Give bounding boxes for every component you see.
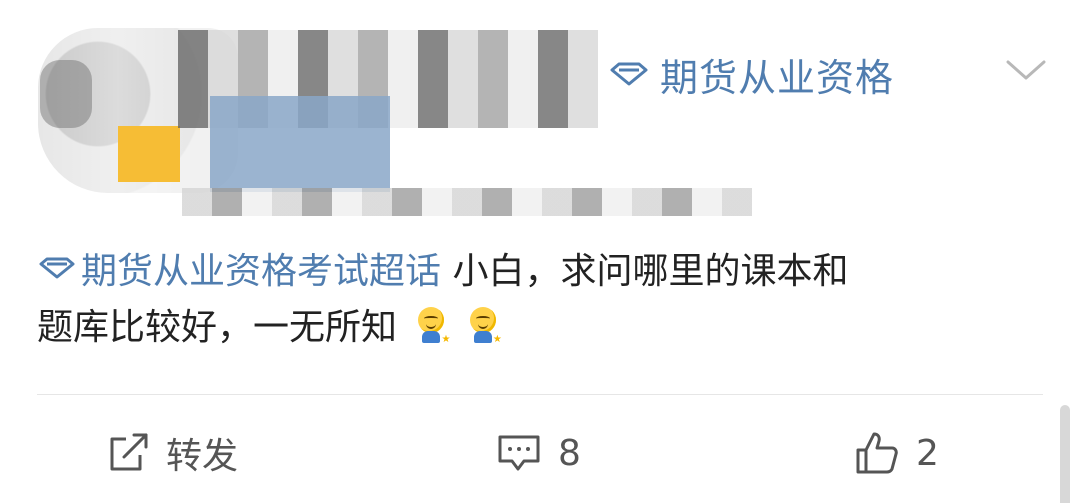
- post-header: 期货从业资格: [0, 0, 1078, 230]
- post-text-line-2: 题库比较好，一无所知: [37, 307, 398, 348]
- post-meta-mosaic: [182, 188, 752, 216]
- action-bar: 转发 8 2: [0, 405, 1078, 503]
- post-content: 期货从业资格考试超话 小白，求问哪里的课本和 题库比较好，一无所知 ★ ★: [37, 244, 1047, 356]
- repost-icon: [110, 433, 148, 471]
- repost-label: 转发: [166, 436, 239, 477]
- post-text-line-1: 小白，求问哪里的课本和: [452, 251, 849, 292]
- post-content-line: 期货从业资格考试超话 小白，求问哪里的课本和: [37, 244, 1047, 300]
- grin-sitting-emoji-icon: ★: [466, 307, 502, 345]
- supertopic-tag[interactable]: 期货从业资格: [608, 44, 894, 104]
- thumbs-up-icon: [856, 432, 898, 474]
- repost-button[interactable]: 转发: [106, 423, 238, 483]
- chevron-down-icon[interactable]: [1004, 56, 1048, 84]
- avatar-blur-accent: [118, 126, 180, 182]
- comment-count: 8: [558, 432, 581, 474]
- like-button[interactable]: 2: [854, 423, 939, 483]
- comment-icon: [498, 435, 540, 471]
- scrollbar[interactable]: [1060, 405, 1070, 503]
- post-content-line: 题库比较好，一无所知 ★ ★: [37, 300, 1047, 356]
- like-count: 2: [916, 432, 939, 474]
- divider: [37, 394, 1043, 395]
- diamond-icon: [39, 257, 75, 279]
- comment-button[interactable]: 8: [496, 423, 581, 483]
- avatar-blur-patch: [40, 60, 92, 128]
- grin-sitting-emoji-icon: ★: [414, 307, 450, 345]
- user-badge-mosaic: [210, 96, 390, 192]
- supertopic-link[interactable]: 期货从业资格考试超话: [37, 251, 452, 292]
- diamond-icon: [610, 62, 648, 86]
- supertopic-link-label: 期货从业资格考试超话: [81, 251, 442, 292]
- supertopic-tag-label: 期货从业资格: [660, 55, 895, 100]
